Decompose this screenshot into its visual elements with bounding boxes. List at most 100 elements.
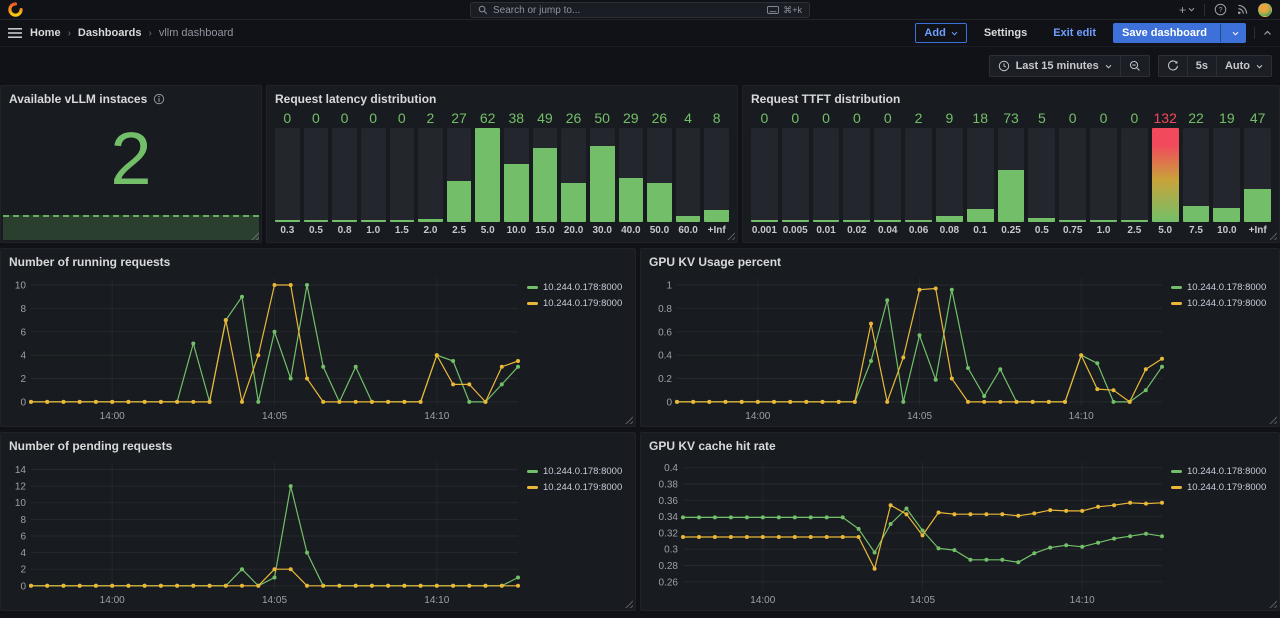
timeseries-plot[interactable]: 0246810121414:0014:0514:10 (9, 454, 523, 605)
bar-column[interactable]: 00.3 (275, 109, 300, 237)
bar-column[interactable]: 00.001 (751, 109, 778, 237)
bar-column[interactable]: 01.5 (390, 109, 415, 237)
bar-column[interactable]: 227.5 (1183, 109, 1210, 237)
broadcast-icon (1236, 3, 1249, 16)
series-point (1144, 532, 1148, 536)
legend-item[interactable]: 10.244.0.179:8000 (527, 482, 627, 493)
search-box[interactable]: ⌘+k (470, 2, 810, 18)
bar-axis-label: 0.1 (967, 222, 994, 237)
series-point (500, 365, 504, 369)
bar-column[interactable]: 00.01 (813, 109, 840, 237)
timeseries-plot[interactable]: 0.260.280.30.320.340.360.380.414:0014:05… (649, 454, 1167, 605)
bar-column[interactable]: 01.0 (361, 109, 386, 237)
bar-column[interactable]: 2650.0 (647, 109, 672, 237)
bar-column[interactable]: 00.005 (782, 109, 809, 237)
bar-column[interactable]: 2940.0 (619, 109, 644, 237)
bar-column[interactable]: 460.0 (676, 109, 701, 237)
settings-button[interactable]: Settings (975, 23, 1036, 43)
bar-column[interactable]: 730.25 (998, 109, 1025, 237)
news-button[interactable] (1236, 3, 1249, 16)
bar-column[interactable]: 00.8 (332, 109, 357, 237)
bar-column[interactable]: 272.5 (447, 109, 472, 237)
timeseries-canvas[interactable]: 00.20.40.60.8114:0014:0514:10 (649, 270, 1167, 421)
search-input[interactable] (493, 5, 762, 16)
bar-fill (418, 219, 443, 222)
series-point (402, 584, 406, 588)
refresh-interval-label[interactable]: 5s (1188, 56, 1216, 76)
bar-column[interactable]: 47+Inf (1244, 109, 1271, 237)
timeseries-canvas[interactable]: 024681014:0014:0514:10 (9, 270, 523, 421)
save-dashboard-button[interactable]: Save dashboard (1113, 23, 1246, 43)
panel-pending-requests[interactable]: Number of pending requests 0246810121414… (0, 432, 636, 611)
bar-column[interactable]: 625.0 (475, 109, 500, 237)
breadcrumb-home[interactable]: Home (30, 27, 61, 39)
bar-track (843, 128, 870, 222)
bar-axis-label: 50.0 (647, 222, 672, 237)
legend-item[interactable]: 10.244.0.179:8000 (527, 298, 627, 309)
bar-column[interactable]: 22.0 (418, 109, 443, 237)
timeseries-canvas[interactable]: 0.260.280.30.320.340.360.380.414:0014:05… (649, 454, 1167, 605)
user-avatar[interactable] (1258, 3, 1272, 17)
legend-item[interactable]: 10.244.0.178:8000 (1171, 282, 1271, 293)
breadcrumb-dashboards[interactable]: Dashboards (78, 27, 142, 39)
bar-track (1244, 128, 1271, 222)
bar-column[interactable]: 90.08 (936, 109, 963, 237)
bar-track (967, 128, 994, 222)
exit-edit-button[interactable]: Exit edit (1044, 23, 1105, 43)
breadcrumb: Home › Dashboards › vllm dashboard (30, 27, 233, 39)
bar-column[interactable]: 8+Inf (704, 109, 729, 237)
refresh-button[interactable] (1159, 56, 1187, 76)
series-point (825, 515, 829, 519)
series-point (952, 548, 956, 552)
bar-column[interactable]: 01.0 (1090, 109, 1117, 237)
series-point (175, 400, 179, 404)
save-options-toggle[interactable] (1226, 31, 1245, 36)
series-point (240, 584, 244, 588)
panel-request-ttft[interactable]: Request TTFT distribution 00.00100.00500… (742, 85, 1280, 243)
info-icon[interactable] (153, 93, 165, 105)
panel-kv-cache-hit-rate[interactable]: GPU KV cache hit rate 0.260.280.30.320.3… (640, 432, 1280, 611)
bar-column[interactable]: 1910.0 (1213, 109, 1240, 237)
time-range-picker[interactable]: Last 15 minutes (990, 56, 1120, 76)
bar-column[interactable]: 02.5 (1121, 109, 1148, 237)
series-point (889, 503, 893, 507)
bar-column[interactable]: 5030.0 (590, 109, 615, 237)
series-point (1048, 508, 1052, 512)
legend-item[interactable]: 10.244.0.179:8000 (1171, 482, 1271, 493)
bar-column[interactable]: 180.1 (967, 109, 994, 237)
timeseries-plot[interactable]: 00.20.40.60.8114:0014:0514:10 (649, 270, 1167, 421)
grafana-logo[interactable] (8, 2, 23, 17)
add-button[interactable]: Add (915, 23, 966, 43)
chevron-down-icon (1188, 7, 1195, 12)
legend-label: 10.244.0.178:8000 (1187, 282, 1266, 293)
help-button[interactable]: ? (1214, 3, 1227, 16)
legend-item[interactable]: 10.244.0.178:8000 (527, 282, 627, 293)
panel-gpu-kv-usage[interactable]: GPU KV Usage percent 00.20.40.60.8114:00… (640, 248, 1280, 427)
series-point (1016, 514, 1020, 518)
timeseries-plot[interactable]: 024681014:0014:0514:10 (9, 270, 523, 421)
legend-item[interactable]: 10.244.0.178:8000 (1171, 466, 1271, 477)
bar-column[interactable]: 50.5 (1028, 109, 1055, 237)
panel-request-latency[interactable]: Request latency distribution 00.300.500.… (266, 85, 738, 243)
collapse-topbar-button[interactable] (1263, 30, 1272, 36)
bar-column[interactable]: 00.04 (874, 109, 901, 237)
zoom-out-button[interactable] (1121, 56, 1149, 76)
auto-refresh-picker[interactable]: Auto (1217, 56, 1271, 76)
bar-column[interactable]: 20.06 (905, 109, 932, 237)
mega-menu-button[interactable] (8, 28, 22, 38)
timeseries-canvas[interactable]: 0246810121414:0014:0514:10 (9, 454, 523, 605)
bar-column[interactable]: 00.75 (1059, 109, 1086, 237)
dashboard-navbar: Home › Dashboards › vllm dashboard Add S… (0, 20, 1280, 47)
bar-column[interactable]: 2620.0 (561, 109, 586, 237)
panel-available-instances[interactable]: Available vLLM instaces 2 (0, 85, 262, 243)
legend-item[interactable]: 10.244.0.179:8000 (1171, 298, 1271, 309)
bar-column[interactable]: 4915.0 (533, 109, 558, 237)
bar-column[interactable]: 00.02 (843, 109, 870, 237)
panel-running-requests[interactable]: Number of running requests 024681014:001… (0, 248, 636, 427)
bar-column[interactable]: 3810.0 (504, 109, 529, 237)
bar-column[interactable]: 1325.0 (1152, 109, 1179, 237)
legend-item[interactable]: 10.244.0.178:8000 (527, 466, 627, 477)
series-point (745, 535, 749, 539)
new-button[interactable]: + (1179, 3, 1195, 17)
bar-column[interactable]: 00.5 (304, 109, 329, 237)
